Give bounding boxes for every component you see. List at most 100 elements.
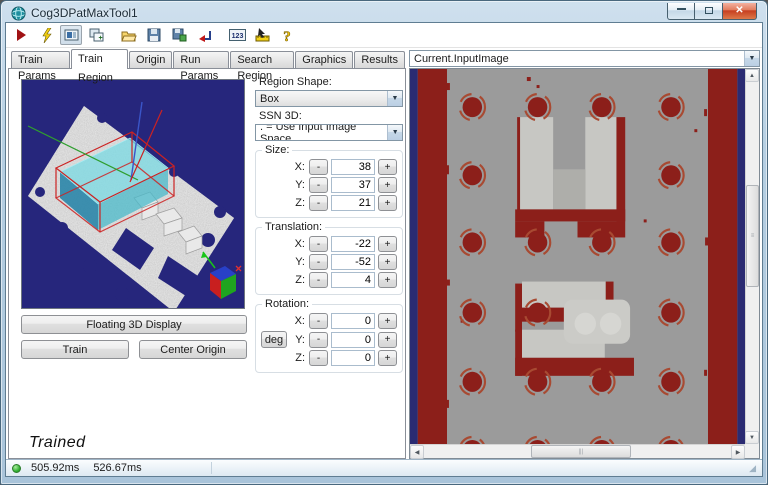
translation-z-increment-button[interactable]: + [378,272,397,288]
resize-grip[interactable]: ◢ [749,463,756,474]
numeric-icon-text: 123 [231,33,243,40]
window-controls: ✕ [667,2,757,20]
translation-z-row: Z: - + [261,272,397,288]
tab-search-region[interactable]: Search Region [230,51,295,82]
numeric-display-icon[interactable]: 123 [226,25,248,45]
scroll-up-icon[interactable]: ▲ [745,69,759,82]
center-origin-button[interactable]: Center Origin [139,340,247,359]
floating-window-icon[interactable]: + [85,25,107,45]
client-area: + 123 ? Train Params Train Region Origin… [5,22,763,477]
translation-x-label: X: [294,238,305,250]
scroll-down-icon[interactable]: ▼ [745,431,759,444]
translation-z-field[interactable] [331,272,375,288]
ssn3d-label: SSN 3D: [259,110,302,122]
tab-train-region[interactable]: Train Region [71,49,128,84]
main-area: Train Params Train Region Origin Run Par… [6,48,762,459]
tab-train-params[interactable]: Train Params [11,51,71,82]
size-x-increment-button[interactable]: + [378,159,397,175]
rotation-y-field[interactable] [331,331,375,348]
translation-y-increment-button[interactable]: + [378,254,397,270]
size-x-field[interactable] [331,159,375,175]
rotation-z-label: Z: [295,352,305,364]
left-column: Train Params Train Region Origin Run Par… [8,48,406,459]
translation-y-field[interactable] [331,254,375,270]
reset-icon[interactable] [193,25,215,45]
rotation-x-increment-button[interactable]: + [378,313,397,329]
ssn3d-value: . = Use Input Image Space [260,124,357,141]
size-group-title: Size: [262,144,293,156]
scroll-right-icon[interactable]: ▶ [731,445,745,459]
open-file-icon[interactable] [118,25,140,45]
region-shape-combobox[interactable]: Box ▼ [255,90,403,107]
save-image-icon[interactable] [168,25,190,45]
region-controls: Region Shape: Box ▼ SSN 3D: . = Use Inpu… [255,73,403,373]
size-x-decrement-button[interactable]: - [309,159,328,175]
title-bar[interactable]: Cog3DPatMaxTool1 ✕ [5,1,763,22]
vertical-scrollbar[interactable]: ▲ ≡ ▼ [745,69,759,444]
translation-group: Translation: X: - + Y: - [255,221,403,295]
input-image-display: ▲ ≡ ▼ ◀ ||| ▶ [409,68,760,459]
measure-icon[interactable] [251,25,273,45]
run-icon[interactable] [10,25,32,45]
image-selector-value: Current.InputImage [414,52,509,65]
rotation-x-field[interactable] [331,313,375,329]
right-column: Current.InputImage ▼ ▲ ≡ ▼ ◀ ||| ▶ [406,48,760,459]
rotation-z-field[interactable] [331,350,375,366]
size-y-increment-button[interactable]: + [378,177,397,193]
status-time-1: 505.92ms [31,462,80,474]
rotation-y-increment-button[interactable]: + [378,331,397,348]
rotation-x-label: X: [294,315,305,327]
size-z-increment-button[interactable]: + [378,195,397,211]
deg-button[interactable]: deg [261,331,287,348]
horizontal-scroll-thumb[interactable]: ||| [530,445,632,458]
scroll-left-icon[interactable]: ◀ [410,445,424,459]
tab-results[interactable]: Results [354,51,405,68]
translation-z-decrement-button[interactable]: - [309,272,328,288]
trigger-icon[interactable] [35,25,57,45]
translation-y-decrement-button[interactable]: - [309,254,328,270]
tab-origin[interactable]: Origin [129,51,173,68]
image-selector-row: Current.InputImage ▼ [409,48,760,68]
size-y-decrement-button[interactable]: - [309,177,328,193]
size-y-field[interactable] [331,177,375,193]
vertical-scroll-thumb[interactable]: ≡ [746,185,759,287]
scrollbar-corner [745,444,759,458]
region-shape-value: Box [260,92,279,105]
save-file-icon[interactable] [143,25,165,45]
size-z-decrement-button[interactable]: - [309,195,328,211]
status-separator [211,462,212,474]
rotation-z-decrement-button[interactable]: - [309,350,328,366]
image-display-toggle-icon[interactable] [60,25,82,45]
chevron-down-icon: ▼ [387,91,402,106]
region-shape-label: Region Shape: [259,76,332,88]
minimize-button[interactable] [667,2,695,20]
train-button[interactable]: Train [21,340,129,359]
translation-x-row: X: - + [261,236,397,252]
rotation-y-row: deg Y: - + [261,331,397,348]
ssn3d-combobox[interactable]: . = Use Input Image Space ▼ [255,124,403,141]
rotation-x-decrement-button[interactable]: - [309,313,328,329]
rotation-y-decrement-button[interactable]: - [309,331,328,348]
rotation-group: Rotation: X: - + deg Y: - [255,298,403,373]
rotation-z-increment-button[interactable]: + [378,350,397,366]
maximize-button[interactable] [695,2,723,20]
close-button[interactable]: ✕ [723,2,757,20]
minimize-icon [676,7,686,10]
3d-viewport[interactable] [21,79,245,309]
trained-status-text: Trained [29,434,86,451]
tab-graphics[interactable]: Graphics [295,51,354,68]
help-icon[interactable]: ? [276,25,298,45]
translation-x-field[interactable] [331,236,375,252]
floating-3d-display-button[interactable]: Floating 3D Display [21,315,247,334]
translation-x-increment-button[interactable]: + [378,236,397,252]
tab-run-params[interactable]: Run Params [173,51,230,82]
input-image-view[interactable] [410,69,745,444]
chevron-down-icon: ▼ [744,51,759,66]
size-z-field[interactable] [331,195,375,211]
translation-x-decrement-button[interactable]: - [309,236,328,252]
size-y-row: Y: - + [261,177,397,193]
rotation-z-row: Z: - + [261,350,397,366]
horizontal-scrollbar[interactable]: ◀ ||| ▶ [410,444,745,459]
image-selector-combobox[interactable]: Current.InputImage ▼ [409,50,760,67]
translation-y-row: Y: - + [261,254,397,270]
